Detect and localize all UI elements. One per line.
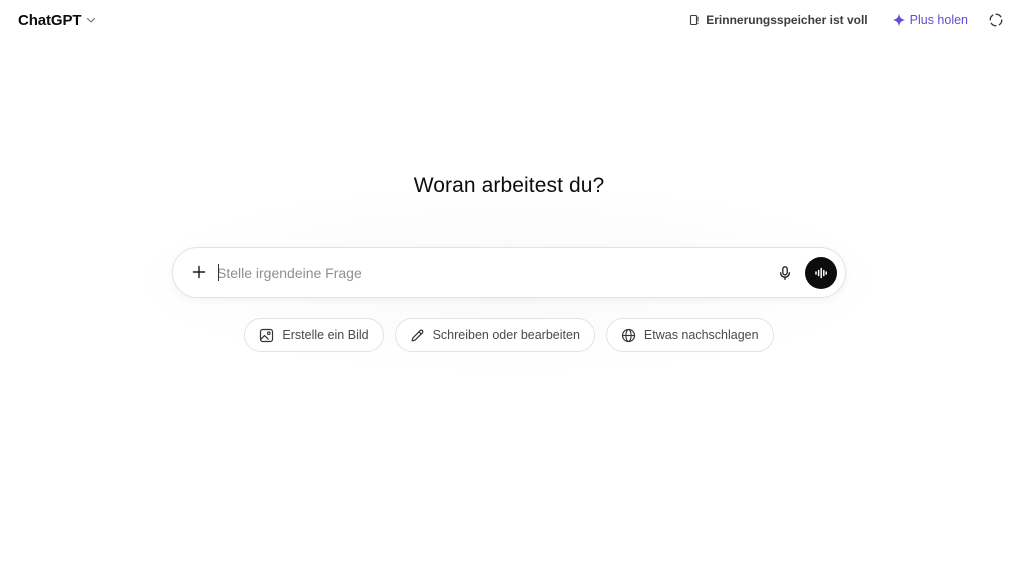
prompt-input[interactable]: [217, 261, 757, 285]
get-plus-button[interactable]: Plus holen: [892, 13, 968, 27]
sparkle-icon: [892, 13, 906, 27]
chevron-down-icon: [85, 14, 97, 26]
suggestion-write-edit[interactable]: Schreiben oder bearbeiten: [394, 318, 595, 352]
header: ChatGPT Erinnerungsspeicher ist voll Plu…: [0, 0, 1024, 40]
text-caret: [218, 264, 219, 281]
microphone-icon: [777, 265, 793, 281]
suggestion-chips: Erstelle ein Bild Schreiben oder bearbei…: [0, 318, 1018, 352]
get-plus-label: Plus holen: [909, 13, 968, 27]
suggestion-label: Erstelle ein Bild: [282, 328, 369, 342]
prompt-composer: [172, 247, 846, 298]
pencil-icon: [410, 328, 425, 343]
model-name: ChatGPT: [18, 11, 82, 29]
suggestion-label: Etwas nachschlagen: [643, 328, 759, 342]
suggestion-label: Schreiben oder bearbeiten: [432, 328, 580, 342]
memory-full-notice[interactable]: Erinnerungsspeicher ist voll: [689, 13, 868, 27]
globe-icon: [621, 328, 636, 343]
dictate-button[interactable]: [773, 261, 797, 285]
temporary-chat-icon[interactable]: [988, 12, 1004, 28]
add-attachment-button[interactable]: [187, 260, 211, 284]
plus-icon: [191, 264, 207, 280]
voice-mode-button[interactable]: [805, 257, 837, 289]
memory-full-icon: [689, 14, 701, 26]
suggestion-create-image[interactable]: Erstelle ein Bild: [244, 318, 384, 352]
header-actions: Erinnerungsspeicher ist voll Plus holen: [689, 8, 1004, 32]
image-icon: [259, 328, 274, 343]
voice-waveform-icon: [813, 265, 829, 281]
memory-full-label: Erinnerungsspeicher ist voll: [706, 13, 868, 27]
suggestion-look-up[interactable]: Etwas nachschlagen: [605, 318, 774, 352]
page-title: Woran arbeitest du?: [413, 174, 605, 197]
page: ChatGPT Erinnerungsspeicher ist voll Plu…: [0, 0, 1024, 585]
model-switcher[interactable]: ChatGPT: [12, 8, 103, 32]
